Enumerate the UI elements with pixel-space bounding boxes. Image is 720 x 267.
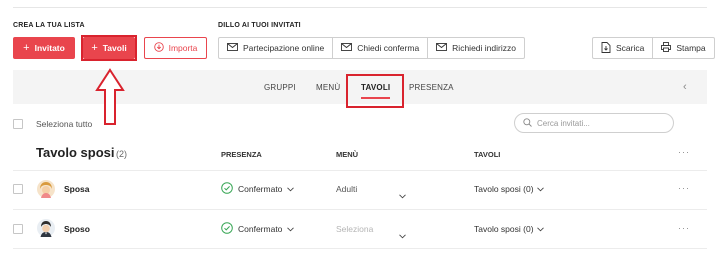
search-input[interactable]: Cerca invitati...: [514, 113, 674, 133]
envelope-icon: [341, 43, 353, 53]
column-header-menu: MENÙ: [336, 150, 359, 159]
document-download-icon: [601, 41, 611, 55]
menu-select[interactable]: Adulti: [336, 184, 357, 194]
search-icon: [523, 117, 532, 129]
row-checkbox[interactable]: [13, 224, 23, 234]
download-circle-icon: [153, 42, 164, 54]
annotation-button-highlight: [81, 35, 137, 61]
row-checkbox[interactable]: [13, 184, 23, 194]
invite-actions-group: Partecipazione online Chiedi conferma Ri…: [218, 37, 525, 59]
column-header-presence: PRESENZA: [221, 150, 262, 159]
chevron-left-icon[interactable]: ‹: [683, 70, 687, 104]
column-header-tables: TAVOLI: [474, 150, 501, 159]
menu-select[interactable]: Seleziona: [336, 224, 373, 234]
group-title: Tavolo sposi: [36, 145, 115, 160]
printer-icon: [661, 42, 672, 54]
annotation-up-arrow: [95, 68, 125, 131]
group-count: (2): [116, 149, 127, 159]
row-divider: [13, 170, 707, 171]
envelope-icon: [436, 43, 448, 53]
row-divider: [13, 209, 707, 210]
guest-name: Sposo: [64, 224, 90, 234]
ask-address-button[interactable]: Richiedi indirizzo: [428, 38, 524, 58]
plus-icon: +: [23, 42, 30, 54]
tab-presence[interactable]: PRESENZA: [409, 70, 454, 104]
tab-menu[interactable]: MENÙ: [316, 70, 340, 104]
online-participation-button[interactable]: Partecipazione online: [219, 38, 334, 58]
avatar: [37, 180, 55, 198]
row-more-icon[interactable]: ···: [678, 223, 690, 233]
download-button[interactable]: Scarica: [593, 38, 654, 58]
add-guest-button[interactable]: + Invitato: [13, 37, 75, 59]
chevron-down-icon: [287, 184, 295, 194]
import-button[interactable]: Importa: [144, 37, 207, 59]
export-actions-group: Scarica Stampa: [592, 37, 715, 59]
row-more-icon[interactable]: ···: [678, 183, 690, 193]
ask-confirmation-button[interactable]: Chiedi conferma: [333, 38, 429, 58]
envelope-icon: [227, 43, 238, 53]
presence-dropdown[interactable]: Confermato: [221, 222, 295, 236]
guest-name: Sposa: [64, 184, 90, 194]
avatar: [37, 219, 55, 237]
select-all-checkbox[interactable]: [13, 119, 23, 129]
print-button[interactable]: Stampa: [653, 38, 713, 58]
chevron-down-icon[interactable]: [399, 186, 406, 204]
annotation-tab-highlight: [346, 74, 404, 108]
tab-groups[interactable]: GRUPPI: [264, 70, 296, 104]
chevron-down-icon[interactable]: [399, 226, 406, 244]
table-select[interactable]: Tavolo sposi (0): [474, 224, 544, 234]
chevron-down-icon: [287, 224, 295, 234]
chevron-down-icon: [536, 184, 544, 194]
table-select[interactable]: Tavolo sposi (0): [474, 184, 544, 194]
row-divider: [13, 248, 707, 249]
search-placeholder: Cerca invitati...: [537, 118, 590, 128]
top-divider: [13, 0, 707, 8]
check-circle-icon: [221, 182, 233, 196]
presence-dropdown[interactable]: Confermato: [221, 182, 295, 196]
select-all-label: Seleziona tutto: [36, 119, 93, 129]
check-circle-icon: [221, 222, 233, 236]
group-more-icon[interactable]: ···: [678, 147, 690, 157]
section-label-create-list: CREA LA TUA LISTA: [13, 22, 85, 29]
section-label-tell-guests: DILLO AI TUOI INVITATI: [218, 22, 301, 29]
chevron-down-icon: [536, 224, 544, 234]
